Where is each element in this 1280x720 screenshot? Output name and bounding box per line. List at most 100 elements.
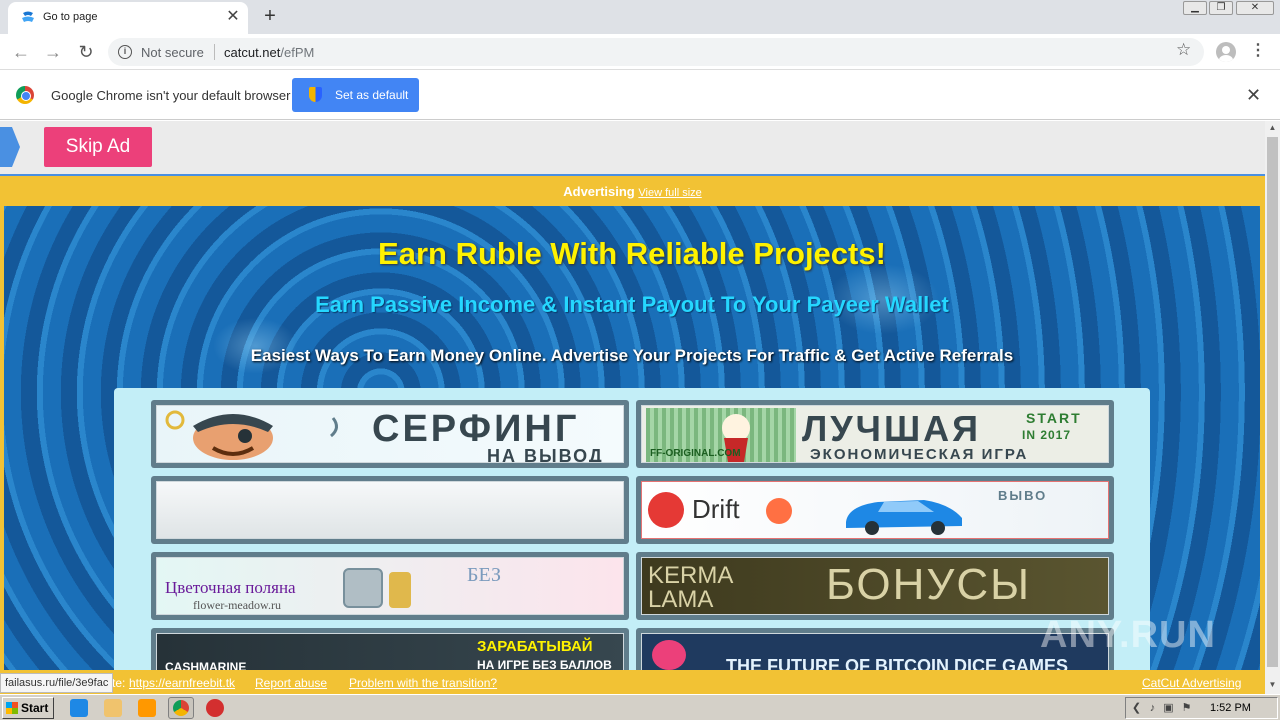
stop-icon[interactable]: [206, 699, 224, 717]
minimize-button[interactable]: ▁: [1183, 1, 1207, 15]
banner-1-sub: НА ВЫВОД: [487, 446, 604, 463]
url-separator: [214, 44, 215, 60]
skip-ad-button[interactable]: Skip Ad: [44, 127, 152, 167]
set-as-default-button[interactable]: Set as default: [292, 78, 419, 112]
chevron-left-icon[interactable]: ❮: [1130, 702, 1143, 715]
banner-cashmarine[interactable]: CASHMARINE ЗАРАБАТЫВАЙ НА ИГРЕ БЕЗ БАЛЛО…: [151, 628, 629, 670]
chrome-logo-icon: [16, 86, 34, 104]
media-player-icon[interactable]: [138, 699, 156, 717]
banner-2-sub: ЭКОНОМИЧЕСКАЯ ИГРА: [810, 446, 1029, 463]
forward-icon[interactable]: →: [42, 41, 64, 63]
status-bar-url: failasus.ru/file/3e9fac: [0, 673, 114, 693]
banner-7-title: ЗАРАБАТЫВАЙ: [477, 638, 593, 655]
banner-5-sub: flower-meadow.ru: [193, 598, 281, 612]
ad-subheadline: Earn Passive Income & Instant Payout To …: [315, 292, 949, 317]
infobar-close-icon[interactable]: ✕: [1246, 85, 1261, 106]
ad-tagline: Easiest Ways To Earn Money Online. Adver…: [250, 346, 1014, 365]
ad-headline: Earn Ruble With Reliable Projects!: [378, 236, 886, 271]
chrome-taskbar-button[interactable]: [168, 697, 194, 719]
vertical-scrollbar[interactable]: ▲ ▼: [1265, 121, 1280, 694]
site-link[interactable]: https://earnfreebit.tk: [129, 676, 235, 690]
banner-7-sub: НА ИГРЕ БЕЗ БАЛЛОВ: [477, 658, 612, 670]
scroll-up-icon[interactable]: ▲: [1265, 121, 1280, 135]
menu-kebab-icon[interactable]: ⋮: [1250, 41, 1266, 61]
default-browser-infobar: Google Chrome isn't your default browser…: [0, 71, 1280, 120]
report-abuse-link[interactable]: Report abuse: [255, 676, 327, 690]
catcut-advertising-link[interactable]: CatCut Advertising: [1142, 676, 1241, 690]
uac-shield-icon: [309, 87, 322, 102]
cat-mascot-icon: [652, 640, 686, 670]
safe-icon: [343, 568, 383, 608]
banner-4-title: Drift: [692, 494, 740, 524]
banner-surfing[interactable]: СЕРФИНГ НА ВЫВОД: [151, 400, 629, 468]
ad-frame: Advertising View full size Earn Ruble Wi…: [0, 174, 1265, 670]
drift-logo-icon: [648, 492, 684, 528]
site-prefix: te:: [112, 676, 126, 690]
system-tray: ❮ ♪ ▣ ⚑ 1:52 PM: [1125, 697, 1278, 719]
banner-4-sub: ВЫВО: [998, 488, 1048, 503]
catcut-favicon-icon: [22, 11, 34, 22]
banner-grid: СЕРФИНГ НА ВЫВОД FF-ORIGINAL.COM ЛУЧШАЯ …: [114, 388, 1150, 670]
url-host: catcut.net: [224, 45, 281, 60]
ad-banner-area[interactable]: Earn Ruble With Reliable Projects! Earn …: [4, 206, 1260, 670]
banner-bonuses[interactable]: KERMA LAMA БОНУСЫ: [636, 552, 1114, 620]
car-icon: [846, 500, 962, 535]
banner-8-title: THE FUTURE OF BITCOIN DICE GAMES: [726, 656, 1068, 670]
banner-1-title: СЕРФИНГ: [372, 408, 580, 450]
info-icon[interactable]: i: [118, 45, 132, 59]
back-icon[interactable]: ←: [10, 41, 32, 63]
banner-2-tag-a: START: [1026, 410, 1082, 426]
problem-link[interactable]: Problem with the transition?: [349, 676, 497, 690]
ie-icon[interactable]: [70, 699, 88, 717]
url-path: /efPM: [280, 45, 315, 60]
title-bar: Go to page ✕ + ▁ ❐ ✕: [0, 0, 1280, 34]
banner-7-brand: CASHMARINE: [165, 660, 247, 670]
ad-footer: te: https://earnfreebit.tk Report abuse …: [0, 670, 1265, 694]
coins-icon: [389, 572, 411, 608]
profile-avatar[interactable]: [1216, 42, 1236, 62]
scroll-down-icon[interactable]: ▼: [1265, 678, 1280, 692]
reload-icon[interactable]: ↻: [75, 41, 97, 63]
ad-header: Advertising View full size: [0, 184, 1265, 199]
restore-button[interactable]: ❐: [1209, 1, 1233, 15]
banner-flower[interactable]: Цветочная поляна flower-meadow.ru БЕЗ: [151, 552, 629, 620]
bookmark-star-icon[interactable]: ☆: [1176, 40, 1191, 60]
banner-6-sub: KERMA LAMA: [648, 562, 733, 613]
flag-icon[interactable]: ⚑: [1180, 702, 1193, 715]
browser-toolbar: ← → ↻ i Not secure catcut.net/efPM: [0, 34, 1280, 70]
folder-icon[interactable]: [104, 699, 122, 717]
banner-2-site: FF-ORIGINAL.COM: [650, 448, 741, 459]
anyrun-watermark: ANY.RUN: [1040, 614, 1216, 656]
windows-logo-icon: [6, 702, 18, 714]
address-bar[interactable]: i Not secure catcut.net/efPM: [108, 38, 1204, 66]
url-text[interactable]: catcut.net/efPM: [224, 45, 314, 60]
network-icon[interactable]: ▣: [1162, 702, 1175, 715]
banner-2-tag-b: IN 2017: [1022, 428, 1072, 442]
coin-icon: [766, 498, 792, 524]
banner-6-title: БОНУСЫ: [826, 560, 1032, 609]
set-as-default-label: Set as default: [335, 88, 409, 102]
banner-5-title: Цветочная поляна: [165, 578, 296, 597]
start-button[interactable]: Start: [2, 697, 54, 719]
infobar-message: Google Chrome isn't your default browser: [51, 88, 291, 103]
tab-close-icon[interactable]: ✕: [224, 7, 242, 27]
tab-title: Go to page: [43, 11, 98, 23]
ad-label: Advertising: [563, 184, 635, 199]
clock[interactable]: 1:52 PM: [1210, 702, 1251, 714]
close-window-button[interactable]: ✕: [1236, 1, 1274, 15]
banner-blank[interactable]: [151, 476, 629, 544]
banner-best-game[interactable]: FF-ORIGINAL.COM ЛУЧШАЯ START IN 2017 ЭКО…: [636, 400, 1114, 468]
chrome-icon: [173, 700, 189, 716]
banner-2-title: ЛУЧШАЯ: [802, 408, 981, 449]
banner-drift[interactable]: Drift ВЫВО: [636, 476, 1114, 544]
volume-icon[interactable]: ♪: [1146, 702, 1159, 715]
pirate-icon: [165, 410, 338, 460]
scroll-thumb[interactable]: [1267, 137, 1278, 667]
new-tab-button[interactable]: +: [259, 5, 281, 27]
banner-5-extra: БЕЗ: [467, 564, 501, 586]
tab-go-to-page[interactable]: Go to page ✕: [8, 2, 248, 34]
windows-taskbar: Start ❮ ♪ ▣ ⚑ 1:52 PM: [0, 694, 1280, 720]
view-full-size-link[interactable]: View full size: [638, 187, 701, 199]
person-icon: [1219, 46, 1233, 62]
page-content: Skip Ad Advertising View full size Earn …: [0, 121, 1265, 670]
